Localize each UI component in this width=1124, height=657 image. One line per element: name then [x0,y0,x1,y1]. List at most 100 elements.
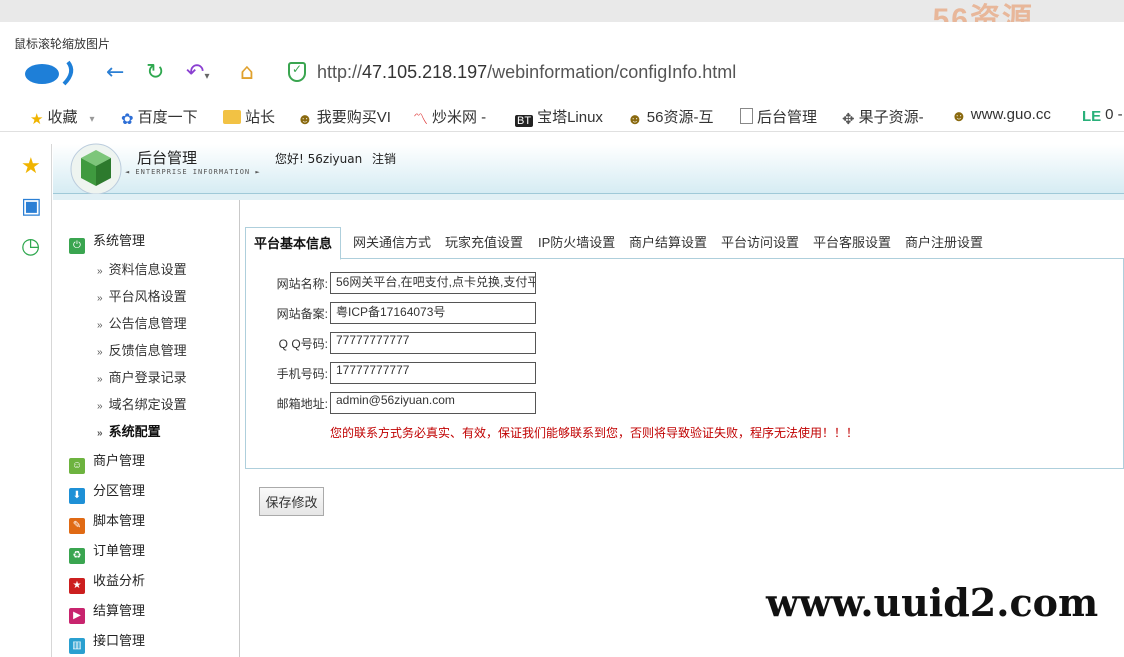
url-field[interactable]: http://47.105.218.197/webinformation/con… [317,62,736,83]
admin-sidebar: ⏻ 系统管理 » 资料信息设置 » 平台风格设置 » 公告信息管理 » 反馈信息管理 » 商… [53,200,240,657]
address-bar-row: ← ↻ ↶▾ ⌂ http://47.105.218.197/webinform… [0,54,1124,94]
recycle-icon: ♻ [69,548,85,564]
tab-basic-info[interactable]: 平台基本信息 [245,227,342,260]
menu-settlement[interactable]: ▶ 结算管理 [69,600,145,624]
submenu-profile[interactable]: » 资料信息设置 [97,259,187,278]
submenu-style[interactable]: » 平台风格设置 [97,286,187,305]
tab-register[interactable]: 商户注册设置 [897,227,991,259]
tab-recharge[interactable]: 玩家充值设置 [437,227,531,259]
bookmark-chaomi[interactable]: 〽炒米网 - [413,106,486,129]
email-input[interactable]: admin@56ziyuan.com [330,392,536,414]
chevron-down-icon: ▾ [89,114,95,125]
background-strip: 56资源 [0,0,1124,36]
refresh-icon[interactable]: ↻ [146,60,164,86]
icp-label: 网站备案: [276,307,328,321]
row-icp: 网站备案: 粤ICP备17164073号 [246,302,846,324]
diamond-icon: ✥ [842,111,855,128]
save-button[interactable]: 保存修改 [259,487,324,516]
tab-firewall[interactable]: IP防火墙设置 [530,227,623,259]
admin-subtitle: ◄ ENTERPRISE INFORMATION ► [125,168,261,176]
tab-access[interactable]: 平台访问设置 [713,227,807,259]
user-greeting: 您好! 56ziyuan 注销 [275,152,397,166]
star-badge-icon: ★ [69,578,85,594]
submenu-notice[interactable]: » 公告信息管理 [97,313,187,332]
submenu-login-log[interactable]: » 商户登录记录 [97,367,187,386]
home-icon[interactable]: ⌂ [240,60,254,86]
folder-icon [223,110,241,124]
menu-interface[interactable]: ▥ 接口管理 [69,630,145,654]
double-arrow-icon: » [97,266,103,277]
back-arrow-icon[interactable]: ← [106,60,124,86]
download-icon: ⬇ [69,488,85,504]
bookmarks-bar: ★ 收藏 ▾ ✿ 百度一下 站长 ☻ 我要购买VI 〽炒米网 - BT 宝塔Linux ☻… [0,104,1124,132]
bookmark-guozi[interactable]: ✥ 果子资源- [842,106,924,128]
double-arrow-icon: » [97,428,103,439]
email-label: 邮箱地址: [276,397,328,411]
tab-settlement[interactable]: 商户结算设置 [621,227,715,259]
double-arrow-icon: » [97,293,103,304]
submenu-system-config[interactable]: » 系统配置 [97,421,161,440]
url-host: 47.105.218.197 [362,62,488,82]
icp-input[interactable]: 粤ICP备17164073号 [330,302,536,324]
admin-header: 后台管理 ◄ ENTERPRISE INFORMATION ► 您好! 56zi… [53,143,1124,200]
menu-revenue[interactable]: ★ 收益分析 [69,570,145,594]
favorites-star-icon[interactable]: ★ [21,154,41,179]
bookmark-le[interactable]: LE 0 - [1082,106,1123,125]
smiley-icon: ☻ [297,111,313,128]
power-icon: ⏻ [69,238,85,254]
tab-gateway[interactable]: 网关通信方式 [345,227,439,259]
bookmark-admin[interactable]: 后台管理 [740,106,817,127]
bookmark-zhanzhang[interactable]: 站长 [223,106,275,127]
submenu-feedback[interactable]: » 反馈信息管理 [97,340,187,359]
double-arrow-icon: » [97,401,103,412]
double-arrow-icon: » [97,374,103,385]
username: 56ziyuan [307,152,363,166]
bookmark-guo[interactable]: ☻ www.guo.cc [951,106,1051,125]
paw-icon: ✿ [121,111,134,128]
monitor-icon[interactable]: ▣ [21,194,42,219]
submenu-domain[interactable]: » 域名绑定设置 [97,394,187,413]
url-path: /webinformation/configInfo.html [487,62,737,82]
history-clock-icon[interactable]: ◷ [21,234,40,259]
menu-system[interactable]: ⏻ 系统管理 [69,230,145,254]
site-name-input[interactable]: 56网关平台,在吧支付,点卡兑换,支付平 [330,272,536,294]
browser-logo-icon [25,60,74,86]
row-email: 邮箱地址: admin@56ziyuan.com [246,392,846,414]
phone-input[interactable]: 17777777777 [330,362,536,384]
star-icon: ★ [30,111,44,128]
grid-icon: ▥ [69,638,85,654]
bookmark-baidu[interactable]: ✿ 百度一下 [121,106,198,128]
url-protocol: http:// [317,62,363,82]
qq-input[interactable]: 77777777777 [330,332,536,354]
config-tabs: 平台基本信息 网关通信方式 玩家充值设置 IP防火墙设置 商户结算设置 平台访问… [245,227,1124,260]
menu-order[interactable]: ♻ 订单管理 [69,540,145,564]
undo-icon[interactable]: ↶▾ [186,60,209,90]
double-arrow-icon: » [97,347,103,358]
bookmark-vi[interactable]: ☻ 我要购买VI [297,106,391,128]
logout-link[interactable]: 注销 [372,152,396,166]
smile-icon: ☺ [69,458,85,474]
qq-label: Q Q号码: [278,337,328,351]
secure-shield-icon [288,62,306,82]
bookmark-favorites[interactable]: ★ 收藏 ▾ [30,106,95,128]
site-name-label: 网站名称: [276,277,328,291]
admin-title: 后台管理 [137,150,198,167]
zoom-hint: 鼠标滚轮缩放图片 [14,37,111,51]
row-site-name: 网站名称: 56网关平台,在吧支付,点卡兑换,支付平 [246,272,846,294]
bookmark-baota[interactable]: BT 宝塔Linux [515,106,603,127]
play-icon: ▶ [69,608,85,624]
bt-icon: BT [515,115,534,127]
menu-partition[interactable]: ⬇ 分区管理 [69,480,145,504]
browser-side-rail: ★ ▣ ◷ [0,144,52,657]
tab-service[interactable]: 平台客服设置 [805,227,899,259]
menu-script[interactable]: ✎ 脚本管理 [69,510,145,534]
browser-window: 鼠标滚轮缩放图片 ← ↻ ↶▾ ⌂ http://47.105.218.197/… [0,22,1124,657]
chart-icon: 〽 [413,111,429,128]
bookmark-56ziyuan[interactable]: ☻ 56资源-互 [627,106,713,128]
cube-logo-icon [70,143,122,195]
menu-merchant[interactable]: ☺ 商户管理 [69,450,145,474]
pencil-icon: ✎ [69,518,85,534]
contact-warning: 您的联系方式务必真实、有效，保证我们能够联系到您，否则将导致验证失败，程序无法使… [330,426,859,440]
watermark-text: www.uuid2.com [766,580,1099,625]
row-qq: Q Q号码: 77777777777 [246,332,846,354]
